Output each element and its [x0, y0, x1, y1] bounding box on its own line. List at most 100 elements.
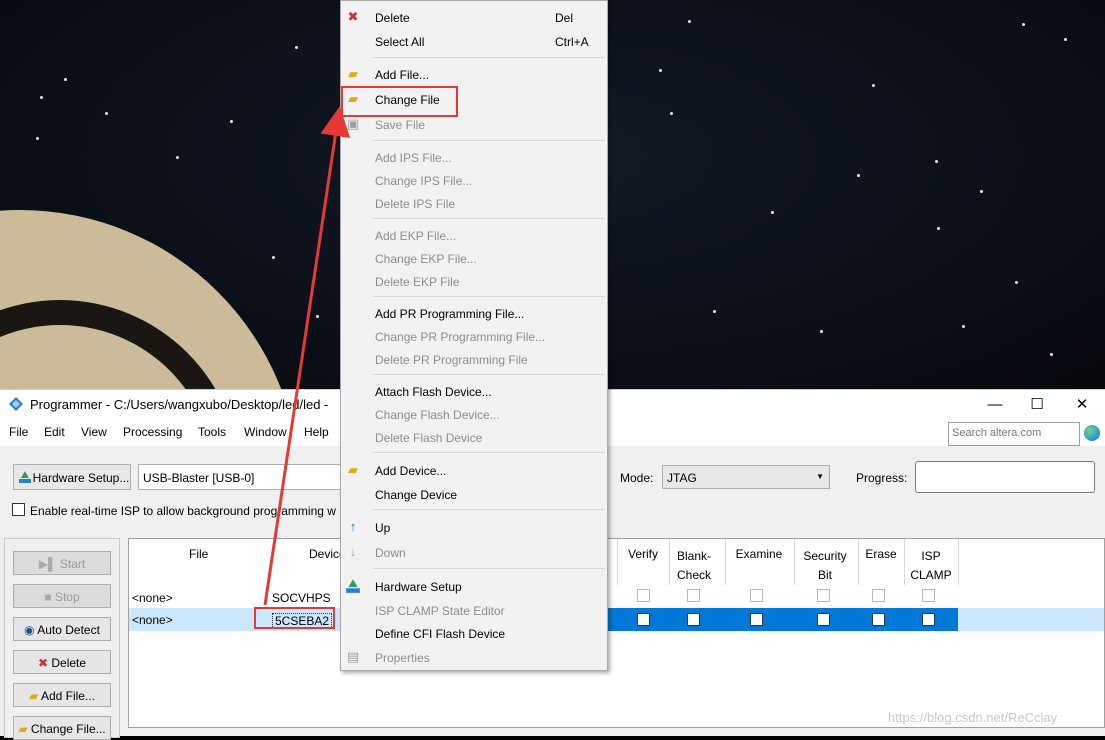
hardware-setup-button[interactable]: Hardware Setup... — [13, 464, 131, 490]
blank-check-checkbox[interactable] — [687, 613, 700, 626]
search-input[interactable]: Search altera.com — [948, 422, 1080, 446]
delete-button[interactable]: ✖ Delete — [13, 650, 111, 674]
menu-file[interactable]: File — [9, 425, 28, 439]
change-file-button[interactable]: ▰ Change File... — [13, 716, 111, 740]
menu-item-define-cfi[interactable]: Define CFI Flash Device — [375, 627, 505, 641]
star — [670, 112, 673, 115]
menu-separator — [373, 452, 605, 453]
menu-item-delete-pr-file[interactable]: Delete PR Programming File — [375, 353, 528, 367]
progress-label: Progress: — [856, 471, 908, 485]
menu-item-add-device[interactable]: Add Device... — [375, 464, 446, 478]
red-x-icon: ✖ — [347, 9, 359, 24]
annotation-box-device — [254, 607, 335, 629]
star — [64, 78, 67, 81]
star — [295, 46, 298, 49]
examine-checkbox[interactable] — [750, 613, 763, 626]
menu-item-add-file[interactable]: Add File... — [375, 68, 429, 82]
menu-item-up[interactable]: Up — [375, 521, 390, 535]
chevron-down-icon: ▼ — [816, 472, 824, 481]
hardware-setup-label: Hardware Setup... — [32, 471, 130, 485]
menu-help[interactable]: Help — [304, 425, 329, 439]
column-divider — [958, 539, 959, 585]
menu-item-change-flash[interactable]: Change Flash Device... — [375, 408, 500, 422]
menu-item-add-ips-file[interactable]: Add IPS File... — [375, 151, 452, 165]
star — [872, 84, 875, 87]
erase-checkbox[interactable] — [872, 613, 885, 626]
mode-select[interactable]: JTAG ▼ — [662, 465, 830, 489]
isp-checkbox[interactable] — [12, 503, 25, 516]
stop-icon: ■ — [44, 590, 52, 604]
close-button[interactable]: ✕ — [1062, 394, 1102, 416]
change-file-icon: ▰ — [18, 722, 28, 736]
menu-item-delete[interactable]: Delete — [375, 11, 410, 25]
star — [1064, 38, 1067, 41]
security-bit-checkbox[interactable] — [817, 589, 830, 602]
menu-processing[interactable]: Processing — [123, 425, 182, 439]
menu-separator — [373, 218, 605, 219]
folder-icon: ▰ — [29, 689, 39, 703]
menu-view[interactable]: View — [81, 425, 107, 439]
row-device: SOCVHPS — [272, 591, 331, 605]
isp-clamp-checkbox[interactable] — [922, 613, 935, 626]
properties-icon: ▤ — [346, 649, 360, 664]
menu-item-isp-clamp-editor[interactable]: ISP CLAMP State Editor — [375, 604, 505, 618]
star — [230, 120, 233, 123]
column-divider — [794, 539, 795, 585]
menu-item-add-pr-file[interactable]: Add PR Programming File... — [375, 307, 524, 321]
menu-item-hardware-setup[interactable]: Hardware Setup — [375, 580, 462, 594]
menu-item-change-ips-file[interactable]: Change IPS File... — [375, 174, 472, 188]
menu-item-down[interactable]: Down — [375, 546, 406, 560]
star — [659, 69, 662, 72]
star — [1015, 281, 1018, 284]
auto-detect-label: Auto Detect — [37, 623, 100, 637]
maximize-button[interactable]: ☐ — [1017, 394, 1057, 416]
add-file-button[interactable]: ▰ Add File... — [13, 683, 111, 707]
column-divider — [858, 539, 859, 585]
verify-checkbox[interactable] — [637, 613, 650, 626]
column-divider — [669, 539, 670, 585]
header-verify: Verify — [627, 547, 658, 561]
device-grid: File Device Verify Blank- Check Examine … — [128, 538, 1105, 728]
menu-item-delete-ips-file[interactable]: Delete IPS File — [375, 197, 455, 211]
start-icon: ▶▌ — [38, 557, 57, 571]
examine-checkbox[interactable] — [750, 589, 763, 602]
auto-detect-button[interactable]: ◉ Auto Detect — [13, 617, 111, 641]
security-bit-checkbox[interactable] — [817, 613, 830, 626]
stop-button[interactable]: ■ Stop — [13, 584, 111, 608]
menu-item-attach-flash[interactable]: Attach Flash Device... — [375, 385, 492, 399]
menu-item-change-device[interactable]: Change Device — [375, 488, 457, 502]
menu-item-add-ekp-file[interactable]: Add EKP File... — [375, 229, 456, 243]
menu-separator — [373, 568, 605, 569]
folder-icon: ▰ — [348, 66, 358, 81]
blank-check-checkbox[interactable] — [687, 589, 700, 602]
header-erase: Erase — [865, 547, 897, 561]
verify-checkbox[interactable] — [637, 589, 650, 602]
hardware-icon — [346, 579, 360, 593]
menu-separator — [373, 509, 605, 510]
start-button[interactable]: ▶▌ Start — [13, 551, 111, 575]
progress-bar — [915, 461, 1095, 493]
menu-item-delete-ekp-file[interactable]: Delete EKP File — [375, 275, 460, 289]
star — [962, 325, 965, 328]
star — [771, 211, 774, 214]
erase-checkbox[interactable] — [872, 589, 885, 602]
window-title: Programmer - C:/Users/wangxubo/Desktop/l… — [30, 397, 329, 412]
hardware-icon — [19, 471, 31, 483]
menu-item-delete-flash[interactable]: Delete Flash Device — [375, 431, 482, 445]
row-file: <none> — [132, 591, 173, 605]
globe-icon[interactable] — [1084, 425, 1100, 441]
menu-item-save-file[interactable]: Save File — [375, 118, 425, 132]
menu-item-change-pr-file[interactable]: Change PR Programming File... — [375, 330, 545, 344]
isp-clamp-checkbox[interactable] — [922, 589, 935, 602]
minimize-button[interactable]: — — [975, 394, 1015, 416]
menu-window[interactable]: Window — [244, 425, 287, 439]
header-isp-clamp: ISP CLAMP — [910, 549, 952, 582]
menu-item-change-ekp-file[interactable]: Change EKP File... — [375, 252, 477, 266]
menu-tools[interactable]: Tools — [198, 425, 226, 439]
menu-edit[interactable]: Edit — [44, 425, 65, 439]
menu-item-properties[interactable]: Properties — [375, 651, 430, 665]
header-file: File — [189, 547, 209, 561]
delete-label: Delete — [51, 656, 87, 670]
shortcut-delete: Del — [555, 11, 574, 25]
menu-item-select-all[interactable]: Select All — [375, 35, 424, 49]
